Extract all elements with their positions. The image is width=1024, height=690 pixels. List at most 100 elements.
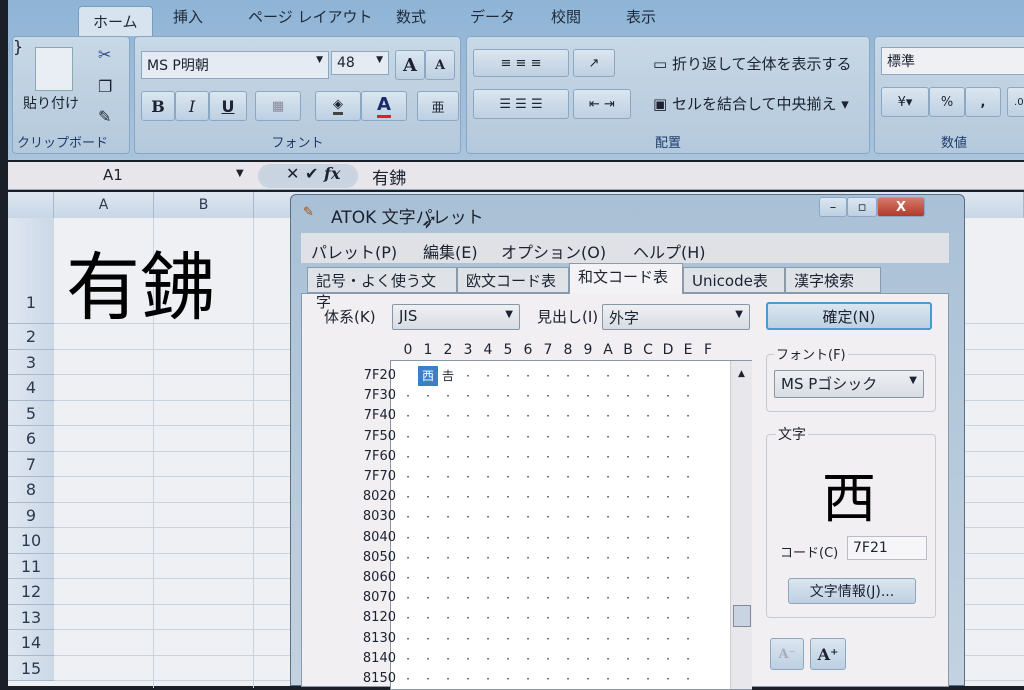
grid-cell-empty[interactable]: ·: [398, 669, 418, 689]
grid-cell-empty[interactable]: ·: [498, 467, 518, 487]
grid-cell-empty[interactable]: ·: [638, 427, 658, 447]
borders-button[interactable]: ▦: [255, 91, 301, 121]
grid-cell-empty[interactable]: ·: [578, 366, 598, 386]
grid-cell-empty[interactable]: ·: [638, 507, 658, 527]
tab-view[interactable]: 表示: [626, 6, 656, 27]
grid-cell-empty[interactable]: ·: [538, 487, 558, 507]
grid-cell-empty[interactable]: ·: [578, 568, 598, 588]
grid-cell-empty[interactable]: ·: [618, 528, 638, 548]
grid-cell-empty[interactable]: ·: [398, 386, 418, 406]
grid-cell-empty[interactable]: ·: [598, 366, 618, 386]
grid-cell-empty[interactable]: ·: [478, 548, 498, 568]
grid-cell-empty[interactable]: ·: [678, 427, 698, 447]
grid-cell-empty[interactable]: ·: [578, 669, 598, 689]
grid-cell-empty[interactable]: ·: [438, 406, 458, 426]
grid-cell-empty[interactable]: ·: [658, 588, 678, 608]
grid-cell-empty[interactable]: ·: [418, 467, 438, 487]
font-color-button[interactable]: A: [361, 91, 407, 121]
heading-select[interactable]: 外字 ▼: [602, 304, 750, 330]
grid-cell-empty[interactable]: ·: [418, 629, 438, 649]
grid-cell-empty[interactable]: ·: [618, 386, 638, 406]
grid-cell-empty[interactable]: ·: [598, 649, 618, 669]
grid-cell-empty[interactable]: ·: [478, 447, 498, 467]
grid-cell-empty[interactable]: ·: [578, 649, 598, 669]
grid-cell-empty[interactable]: ·: [578, 548, 598, 568]
insert-function-icon[interactable]: fx: [324, 164, 340, 183]
column-header-a[interactable]: A: [54, 192, 154, 218]
grid-cell-empty[interactable]: ·: [558, 487, 578, 507]
tab-data[interactable]: データ: [470, 6, 515, 27]
grid-cell-empty[interactable]: ·: [438, 528, 458, 548]
grid-cell-empty[interactable]: ·: [658, 427, 678, 447]
grid-cell-empty[interactable]: ·: [418, 649, 438, 669]
grid-cell-empty[interactable]: ·: [478, 629, 498, 649]
grid-cell-empty[interactable]: ·: [578, 507, 598, 527]
grow-font-button[interactable]: A: [395, 50, 425, 80]
grid-cell-empty[interactable]: ·: [658, 366, 678, 386]
grid-cell-selected[interactable]: 西: [418, 366, 438, 386]
scroll-up-icon[interactable]: ▲: [731, 369, 752, 379]
grid-cell-empty[interactable]: ·: [678, 467, 698, 487]
cell-a1[interactable]: 有鉘: [66, 228, 214, 335]
menu-help[interactable]: ヘルプ(H): [633, 239, 706, 263]
grid-cell-empty[interactable]: ·: [438, 447, 458, 467]
grid-cell-empty[interactable]: ·: [598, 528, 618, 548]
grid-cell-empty[interactable]: ·: [418, 427, 438, 447]
grid-cell-empty[interactable]: ·: [638, 649, 658, 669]
grid-cell-empty[interactable]: ·: [638, 528, 658, 548]
grid-cell-empty[interactable]: ·: [558, 608, 578, 628]
grid-cell-empty[interactable]: ·: [458, 568, 478, 588]
grid-cell-empty[interactable]: ·: [558, 588, 578, 608]
grid-cell-empty[interactable]: ·: [598, 588, 618, 608]
grid-cell-empty[interactable]: ·: [578, 447, 598, 467]
grid-cell-empty[interactable]: ·: [658, 406, 678, 426]
grid-cell-empty[interactable]: ·: [618, 649, 638, 669]
grid-cell-empty[interactable]: ·: [558, 568, 578, 588]
grid-cell-empty[interactable]: ·: [638, 447, 658, 467]
palette-tab-1[interactable]: 欧文コード表: [457, 267, 569, 293]
grid-cell-empty[interactable]: ·: [518, 406, 538, 426]
grid-cell-empty[interactable]: ·: [498, 386, 518, 406]
grid-cell-empty[interactable]: ·: [438, 548, 458, 568]
grid-cell-empty[interactable]: ·: [598, 548, 618, 568]
grid-cell-empty[interactable]: ·: [658, 528, 678, 548]
name-box[interactable]: A1: [103, 166, 123, 184]
grid-cell-empty[interactable]: ·: [578, 528, 598, 548]
grid-cell-empty[interactable]: ·: [518, 568, 538, 588]
grid-cell-empty[interactable]: ·: [578, 588, 598, 608]
grid-cell-empty[interactable]: ·: [418, 487, 438, 507]
grid-cell-empty[interactable]: ·: [538, 548, 558, 568]
system-select[interactable]: JIS ▼: [392, 304, 520, 330]
grid-cell-empty[interactable]: ·: [678, 386, 698, 406]
grid-cell-empty[interactable]: ·: [598, 507, 618, 527]
smaller-preview-button[interactable]: A ⁻: [770, 638, 804, 670]
grid-cell-empty[interactable]: ·: [638, 548, 658, 568]
grid-cell-empty[interactable]: ·: [438, 386, 458, 406]
grid-cell-empty[interactable]: ·: [438, 669, 458, 689]
grid-cell-empty[interactable]: ·: [538, 568, 558, 588]
grid-cell-empty[interactable]: ·: [618, 366, 638, 386]
grid-cell-empty[interactable]: ·: [458, 487, 478, 507]
menu-options[interactable]: オプション(O): [501, 239, 606, 263]
row-header[interactable]: 14: [8, 630, 54, 656]
grid-cell-empty[interactable]: ·: [678, 406, 698, 426]
grid-cell-empty[interactable]: ·: [598, 487, 618, 507]
palette-tab-2[interactable]: 和文コード表: [569, 263, 683, 294]
tab-home[interactable]: ホーム: [78, 6, 153, 36]
grid-cell-empty[interactable]: ·: [618, 406, 638, 426]
row-header[interactable]: 10: [8, 528, 54, 554]
grid-cell-empty[interactable]: ·: [498, 669, 518, 689]
grid-cell-empty[interactable]: ·: [618, 608, 638, 628]
scroll-thumb[interactable]: [733, 605, 751, 627]
grid-cell-empty[interactable]: ·: [398, 568, 418, 588]
grid-cell-empty[interactable]: ·: [658, 568, 678, 588]
grid-cell-empty[interactable]: ·: [638, 608, 658, 628]
number-format-select[interactable]: 標準: [881, 47, 1024, 75]
grid-cell-empty[interactable]: ·: [678, 528, 698, 548]
grid-cell-empty[interactable]: ·: [438, 568, 458, 588]
grid-cell-empty[interactable]: ·: [618, 487, 638, 507]
grid-cell-empty[interactable]: ·: [418, 447, 438, 467]
row-header[interactable]: 1: [8, 218, 54, 324]
grid-cell-empty[interactable]: ·: [398, 649, 418, 669]
grid-cell-empty[interactable]: ·: [398, 548, 418, 568]
